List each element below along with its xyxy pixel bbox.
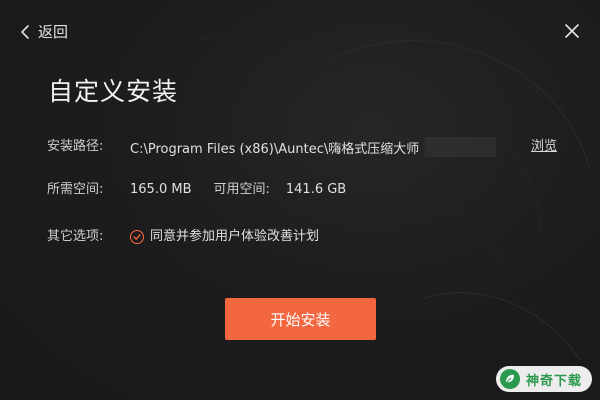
close-icon	[564, 23, 580, 39]
options-row: 其它选项: 同意并参加用户体验改善计划	[47, 227, 319, 247]
install-path-row: 安装路径: 浏览	[47, 137, 557, 157]
agree-checkbox[interactable]	[130, 230, 144, 244]
back-label: 返回	[38, 23, 69, 41]
installer-window: 返回 自定义安装 安装路径: 浏览 所需空间: 165.0 MB 可用空间: 1…	[0, 0, 600, 400]
watermark: 神奇下载	[495, 366, 592, 392]
browse-link[interactable]: 浏览	[531, 137, 557, 157]
back-button[interactable]: 返回	[20, 21, 68, 43]
space-row: 所需空间: 165.0 MB 可用空间: 141.6 GB	[47, 180, 346, 200]
check-circle-icon	[133, 233, 141, 241]
leaf-logo-icon	[499, 369, 520, 389]
other-options-label: 其它选项:	[47, 229, 104, 244]
available-space-label: 可用空间:	[213, 182, 270, 197]
start-install-button[interactable]: 开始安装	[225, 298, 376, 340]
close-button[interactable]	[564, 23, 580, 39]
install-path-label: 安装路径:	[47, 139, 104, 154]
background-decoration	[199, 36, 591, 361]
watermark-text: 神奇下载	[525, 373, 582, 389]
required-space-label: 所需空间:	[47, 182, 104, 197]
chevron-left-icon	[20, 25, 30, 39]
install-path-input[interactable]	[130, 137, 496, 157]
agree-text[interactable]: 同意并参加用户体验改善计划	[150, 227, 319, 247]
required-space-value: 165.0 MB	[130, 182, 192, 197]
page-title: 自定义安装	[48, 77, 179, 106]
available-space-value: 141.6 GB	[285, 182, 347, 197]
